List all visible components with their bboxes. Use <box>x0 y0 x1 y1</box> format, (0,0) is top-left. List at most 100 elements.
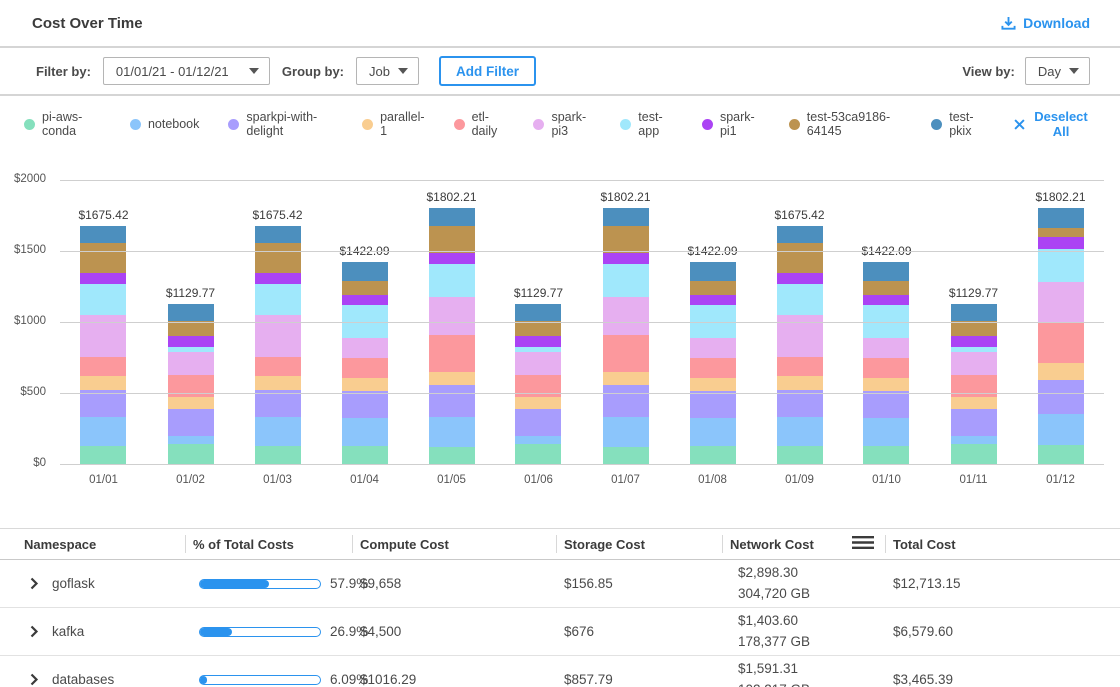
bar-segment-test-app[interactable] <box>603 264 649 297</box>
bar-segment-spark-pi1[interactable] <box>690 295 736 305</box>
bar-segment-pi-aws-conda[interactable] <box>951 444 997 464</box>
bar-segment-etl-daily[interactable] <box>342 358 388 378</box>
bar-segment-etl-daily[interactable] <box>255 357 301 376</box>
bar-segment-notebook[interactable] <box>690 418 736 447</box>
bar-segment-sparkpi-with-delight[interactable] <box>429 385 475 418</box>
view-by-select[interactable]: Day <box>1025 57 1090 85</box>
bar-segment-test-53ca9186-64145[interactable] <box>168 321 214 335</box>
legend-item-test-53ca9186-64145[interactable]: test-53ca9186-64145 <box>789 110 902 138</box>
bar-segment-pi-aws-conda[interactable] <box>342 446 388 464</box>
bar-segment-notebook[interactable] <box>777 417 823 446</box>
bar-segment-spark-pi1[interactable] <box>255 273 301 283</box>
bar-segment-spark-pi3[interactable] <box>342 338 388 358</box>
bar-segment-test-53ca9186-64145[interactable] <box>515 321 561 335</box>
legend-item-test-pkix[interactable]: test-pkix <box>931 110 985 138</box>
expand-chevron-icon[interactable] <box>30 625 39 638</box>
bar-01/11[interactable]: $1129.7701/11 <box>951 304 997 464</box>
bar-segment-pi-aws-conda[interactable] <box>80 446 126 464</box>
bar-segment-sparkpi-with-delight[interactable] <box>777 390 823 417</box>
bar-segment-spark-pi3[interactable] <box>429 297 475 335</box>
group-by-select[interactable]: Job <box>356 57 419 85</box>
bar-segment-parallel-1[interactable] <box>603 372 649 385</box>
legend-item-spark-pi3[interactable]: spark-pi3 <box>533 110 591 138</box>
bar-segment-test-pkix[interactable] <box>1038 208 1084 228</box>
bar-segment-notebook[interactable] <box>80 417 126 446</box>
bar-01/10[interactable]: $1422.0901/10 <box>863 262 909 464</box>
bar-segment-pi-aws-conda[interactable] <box>863 446 909 464</box>
bar-segment-pi-aws-conda[interactable] <box>255 446 301 464</box>
bar-segment-sparkpi-with-delight[interactable] <box>690 391 736 418</box>
bar-segment-test-pkix[interactable] <box>603 208 649 226</box>
bar-segment-pi-aws-conda[interactable] <box>1038 445 1084 464</box>
bar-segment-test-53ca9186-64145[interactable] <box>342 281 388 295</box>
bar-segment-test-53ca9186-64145[interactable] <box>429 226 475 253</box>
bar-segment-test-53ca9186-64145[interactable] <box>603 226 649 253</box>
add-filter-button[interactable]: Add Filter <box>439 56 536 86</box>
bar-segment-test-53ca9186-64145[interactable] <box>951 321 997 335</box>
bar-segment-test-pkix[interactable] <box>515 304 561 322</box>
bar-01/06[interactable]: $1129.7701/06 <box>515 304 561 464</box>
bar-segment-pi-aws-conda[interactable] <box>515 444 561 464</box>
bar-segment-spark-pi3[interactable] <box>603 297 649 335</box>
bar-segment-test-53ca9186-64145[interactable] <box>777 243 823 273</box>
bar-segment-spark-pi1[interactable] <box>777 273 823 283</box>
bar-segment-test-pkix[interactable] <box>429 208 475 226</box>
bar-segment-spark-pi3[interactable] <box>168 352 214 375</box>
bar-segment-spark-pi1[interactable] <box>603 253 649 264</box>
bar-segment-spark-pi1[interactable] <box>168 336 214 347</box>
bar-segment-notebook[interactable] <box>515 436 561 443</box>
bar-segment-etl-daily[interactable] <box>777 357 823 376</box>
bar-segment-spark-pi3[interactable] <box>1038 282 1084 322</box>
bar-segment-etl-daily[interactable] <box>429 335 475 372</box>
column-menu-icon[interactable] <box>851 535 875 553</box>
bar-segment-parallel-1[interactable] <box>255 376 301 390</box>
bar-01/09[interactable]: $1675.4201/09 <box>777 226 823 464</box>
bar-segment-test-53ca9186-64145[interactable] <box>863 281 909 295</box>
bar-segment-spark-pi1[interactable] <box>863 295 909 305</box>
expand-chevron-icon[interactable] <box>30 673 39 686</box>
bar-segment-test-53ca9186-64145[interactable] <box>80 243 126 273</box>
legend-item-parallel-1[interactable]: parallel-1 <box>362 110 424 138</box>
bar-segment-spark-pi1[interactable] <box>80 273 126 283</box>
bar-segment-parallel-1[interactable] <box>342 378 388 391</box>
bar-01/12[interactable]: $1802.2101/12 <box>1038 208 1084 464</box>
bar-segment-notebook[interactable] <box>1038 414 1084 445</box>
bar-segment-test-pkix[interactable] <box>863 262 909 281</box>
bar-segment-spark-pi3[interactable] <box>951 352 997 375</box>
bar-segment-parallel-1[interactable] <box>777 376 823 390</box>
bar-segment-pi-aws-conda[interactable] <box>429 447 475 464</box>
bar-segment-test-pkix[interactable] <box>80 226 126 243</box>
bar-segment-parallel-1[interactable] <box>80 376 126 390</box>
expand-chevron-icon[interactable] <box>30 577 39 590</box>
bar-segment-test-pkix[interactable] <box>342 262 388 281</box>
bar-segment-sparkpi-with-delight[interactable] <box>603 385 649 418</box>
bar-segment-parallel-1[interactable] <box>951 397 997 409</box>
bar-segment-spark-pi1[interactable] <box>1038 237 1084 249</box>
bar-segment-test-53ca9186-64145[interactable] <box>255 243 301 273</box>
download-button[interactable]: Download <box>1001 15 1090 31</box>
bar-segment-sparkpi-with-delight[interactable] <box>168 409 214 436</box>
bar-segment-spark-pi1[interactable] <box>429 253 475 264</box>
bar-segment-test-app[interactable] <box>1038 249 1084 283</box>
bar-segment-pi-aws-conda[interactable] <box>603 447 649 464</box>
bar-segment-sparkpi-with-delight[interactable] <box>255 390 301 417</box>
bar-segment-notebook[interactable] <box>951 436 997 443</box>
bar-segment-test-pkix[interactable] <box>255 226 301 243</box>
bar-segment-parallel-1[interactable] <box>168 397 214 409</box>
legend-item-notebook[interactable]: notebook <box>130 117 199 131</box>
bar-segment-sparkpi-with-delight[interactable] <box>863 391 909 418</box>
bar-segment-test-pkix[interactable] <box>951 304 997 322</box>
bar-01/03[interactable]: $1675.4201/03 <box>255 226 301 464</box>
bar-segment-test-pkix[interactable] <box>690 262 736 281</box>
bar-segment-test-53ca9186-64145[interactable] <box>1038 228 1084 237</box>
bar-segment-etl-daily[interactable] <box>80 357 126 376</box>
bar-segment-test-app[interactable] <box>777 284 823 315</box>
legend-item-test-app[interactable]: test-app <box>620 110 673 138</box>
bar-segment-notebook[interactable] <box>863 418 909 447</box>
bar-segment-parallel-1[interactable] <box>690 378 736 391</box>
bar-segment-spark-pi3[interactable] <box>690 338 736 358</box>
bar-segment-spark-pi3[interactable] <box>863 338 909 358</box>
bar-segment-etl-daily[interactable] <box>1038 323 1084 363</box>
bar-01/01[interactable]: $1675.4201/01 <box>80 226 126 464</box>
bar-segment-parallel-1[interactable] <box>515 397 561 409</box>
